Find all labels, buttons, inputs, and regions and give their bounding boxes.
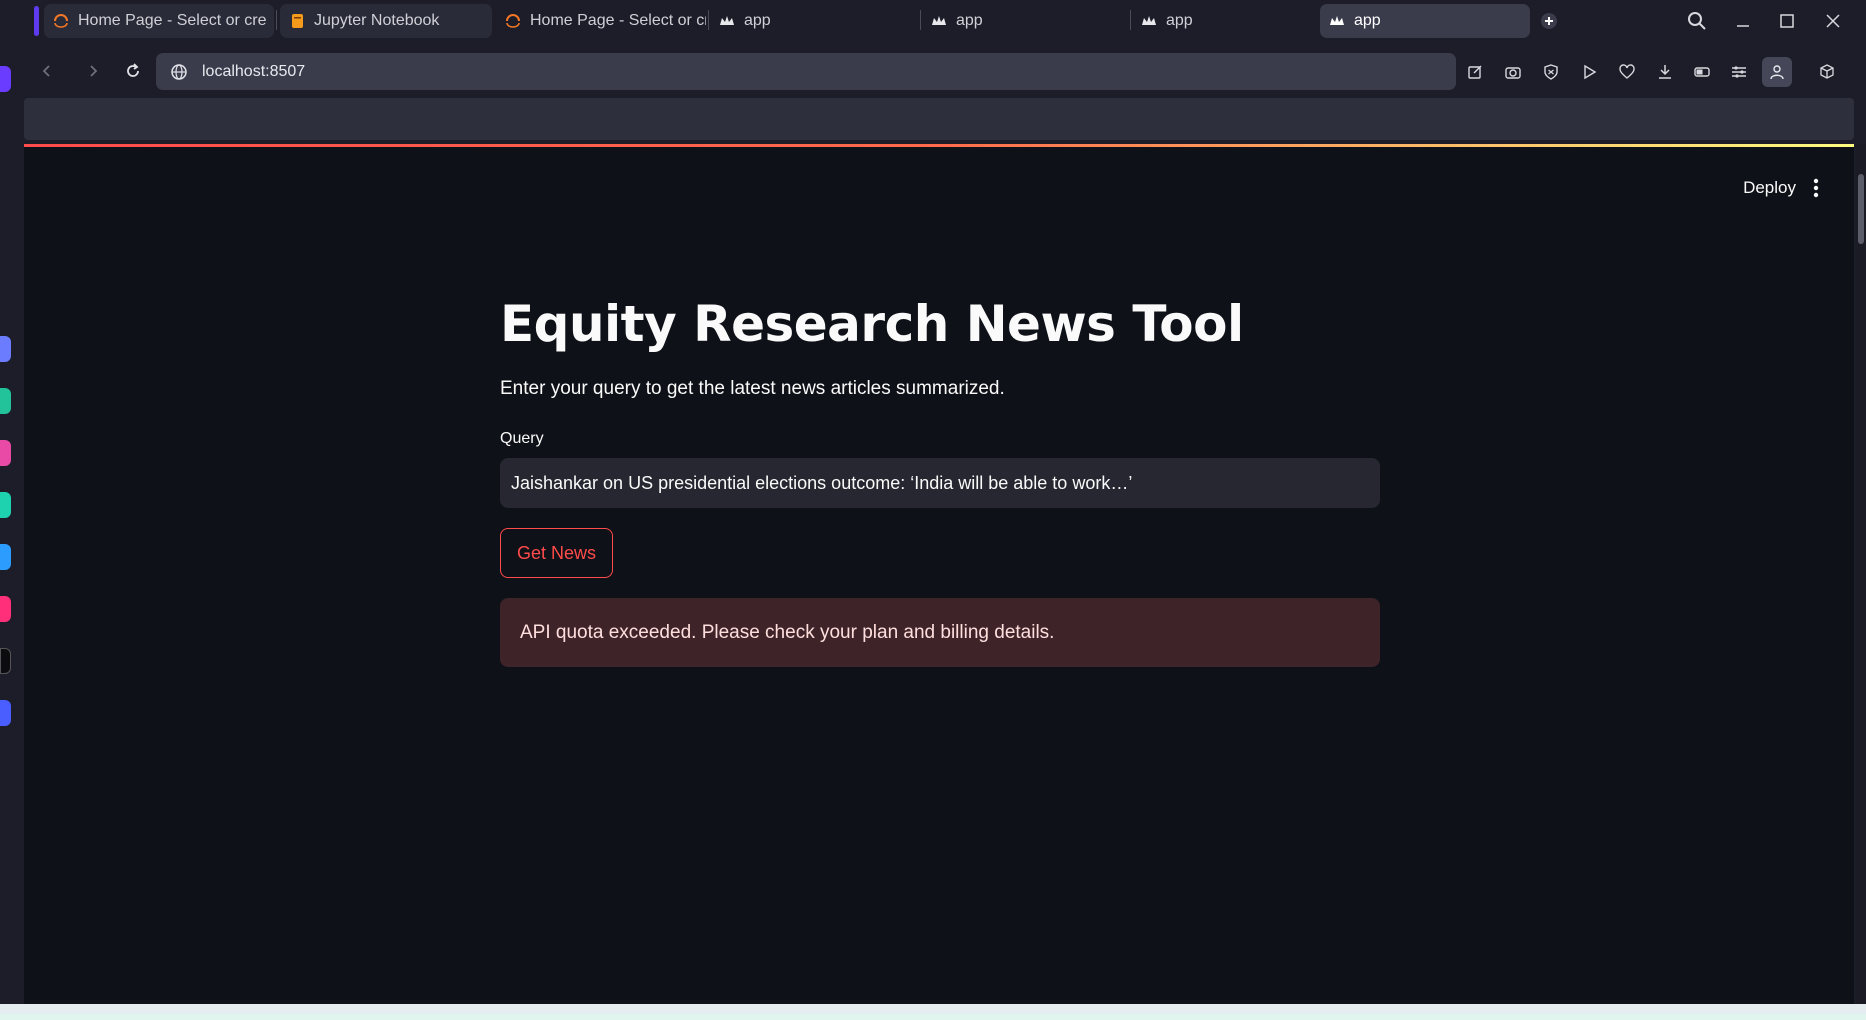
tab-label: Home Page - Select or cre [530, 12, 706, 29]
query-input-value: Jaishankar on US presidential elections … [511, 472, 1133, 493]
search-icon [1688, 12, 1706, 30]
url-text: localhost:8507 [202, 62, 306, 80]
sidebar-app-icon[interactable] [0, 700, 11, 726]
browser-sidebar [0, 0, 24, 1020]
close-window-button[interactable] [1816, 4, 1850, 38]
maximize-button[interactable] [1770, 4, 1804, 38]
header-decoration [24, 144, 1854, 147]
downloads-button[interactable] [1650, 57, 1680, 87]
tab-app-2[interactable]: app [922, 4, 1122, 38]
tab-jupyter-notebook[interactable]: Jupyter Notebook [280, 4, 492, 38]
browser-window: Home Page - Select or cre Jupyter Notebo… [0, 0, 1866, 1020]
tab-separator [920, 10, 921, 30]
deploy-button[interactable]: Deploy [1743, 178, 1796, 198]
bottom-accent [0, 1014, 1866, 1020]
page-title: Equity Research News Tool [500, 295, 1244, 353]
forward-arrow-icon [90, 65, 98, 77]
minimize-icon [1737, 25, 1749, 27]
sidebar-active-app-icon[interactable] [0, 66, 11, 92]
get-news-button[interactable]: Get News [500, 528, 614, 578]
minimize-button[interactable] [1726, 4, 1760, 38]
user-icon [1770, 65, 1784, 80]
maximize-icon [1780, 14, 1794, 28]
page-scrollbar[interactable] [1856, 144, 1866, 1004]
tab-label: Jupyter Notebook [314, 12, 440, 29]
window-bottom-edge [0, 1004, 1866, 1020]
battery-icon [1694, 67, 1710, 77]
page-subtitle: Enter your query to get the latest news … [500, 378, 1005, 399]
query-label: Query [500, 430, 544, 447]
tab-separator [276, 10, 277, 30]
scrollbar-thumb[interactable] [1858, 174, 1864, 244]
tab-separator [1130, 10, 1131, 30]
heart-icon [1619, 64, 1635, 79]
address-bar[interactable]: localhost:8507 [156, 53, 1456, 90]
favorites-button[interactable] [1612, 57, 1642, 87]
extensions-button[interactable] [1812, 57, 1842, 87]
download-icon [1659, 65, 1671, 79]
sidebar-app-icon[interactable] [0, 440, 11, 466]
snap-button[interactable] [1460, 57, 1490, 87]
settings-sliders-icon [1732, 66, 1746, 78]
forward-button[interactable] [76, 54, 110, 88]
kebab-menu-icon [1813, 178, 1819, 198]
plus-icon [1541, 13, 1557, 29]
tab-group-marker [34, 6, 39, 36]
player-button[interactable] [1574, 57, 1604, 87]
tab-separator [708, 10, 709, 30]
globe-icon [170, 63, 188, 81]
back-arrow-icon [42, 65, 50, 77]
sidebar-app-icon[interactable] [0, 544, 11, 570]
streamlit-icon [930, 12, 948, 30]
bookmarks-bar [24, 98, 1854, 140]
sidebar-app-icon[interactable] [0, 648, 11, 674]
sidebar-app-icon[interactable] [0, 336, 11, 362]
jupyter-icon [504, 12, 522, 30]
camera-icon [1505, 67, 1521, 79]
page-viewport: Deploy Equity Research News Tool Enter y… [24, 144, 1854, 1004]
reload-icon [127, 63, 139, 77]
sidebar-app-icon[interactable] [0, 492, 11, 518]
query-input[interactable]: Jaishankar on US presidential elections … [500, 458, 1380, 508]
tab-label: Home Page - Select or cre [78, 12, 267, 29]
play-icon [1584, 64, 1597, 80]
error-alert: API quota exceeded. Please check your pl… [500, 598, 1380, 667]
tab-label: app [744, 12, 771, 29]
main-content: Equity Research News Tool Enter your que… [500, 294, 1380, 667]
battery-saver-button[interactable] [1688, 57, 1718, 87]
cube-icon [1820, 64, 1834, 79]
tab-label: app [1166, 12, 1193, 29]
tab-home-page-2[interactable]: Home Page - Select or cre [496, 4, 706, 38]
streamlit-icon [1140, 12, 1158, 30]
easy-setup-button[interactable] [1724, 57, 1754, 87]
tab-app-3[interactable]: app [1132, 4, 1332, 38]
streamlit-icon [1328, 12, 1346, 30]
tab-label: app [1354, 12, 1381, 29]
tab-search-button[interactable] [1680, 4, 1714, 38]
error-message: API quota exceeded. Please check your pl… [520, 621, 1055, 643]
tab-label: app [956, 12, 983, 29]
camera-button[interactable] [1498, 57, 1528, 87]
edit-icon [1468, 65, 1482, 79]
close-icon [1826, 14, 1840, 28]
shield-icon [1544, 64, 1558, 80]
notebook-icon [288, 12, 306, 30]
tab-app-active[interactable]: app [1320, 4, 1530, 38]
back-button[interactable] [30, 54, 64, 88]
tab-app-1[interactable]: app [710, 4, 910, 38]
address-toolbar: localhost:8507 [24, 46, 1858, 96]
jupyter-icon [52, 12, 70, 30]
new-tab-button[interactable] [1532, 4, 1566, 38]
adblock-button[interactable] [1536, 57, 1566, 87]
reload-button[interactable] [116, 54, 150, 88]
profile-button[interactable] [1762, 57, 1792, 87]
sidebar-app-icon[interactable] [0, 388, 11, 414]
tab-home-page-1[interactable]: Home Page - Select or cre [44, 4, 274, 38]
tab-bar: Home Page - Select or cre Jupyter Notebo… [24, 0, 1866, 42]
sidebar-app-icon[interactable] [0, 596, 11, 622]
streamlit-icon [718, 12, 736, 30]
main-menu-button[interactable] [1804, 174, 1828, 202]
